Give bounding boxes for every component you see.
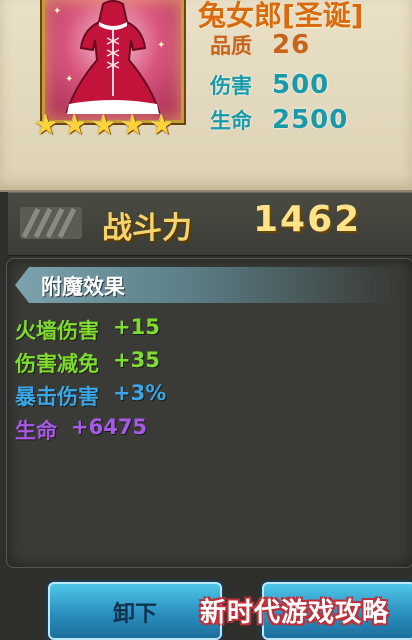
- effect-name: 暴击伤害: [15, 385, 99, 409]
- enchant-panel: 附魔效果 火墙伤害 +15 伤害减免 +35 暴击伤害 +3% 生命 +6475: [6, 258, 412, 568]
- item-portrait[interactable]: ✦ ✦ ✦: [42, 0, 184, 123]
- effect-value: +3%: [113, 381, 167, 405]
- stat-label: 品质: [210, 34, 252, 58]
- watermark: 新时代游戏攻略: [200, 598, 390, 628]
- star-icon: ★: [149, 110, 175, 141]
- effect-name: 伤害减免: [15, 352, 99, 376]
- effect-value: +6475: [71, 415, 148, 439]
- effect-name: 火墙伤害: [15, 319, 99, 343]
- enchant-effect: 暴击伤害 +3%: [15, 381, 166, 411]
- enchant-title: 附魔效果: [41, 275, 125, 299]
- stat-quality: 品质 26: [210, 30, 310, 60]
- stat-label: 生命: [210, 109, 252, 133]
- star-icon: ★: [91, 110, 117, 141]
- effect-value: +15: [113, 315, 160, 339]
- power-bar: 战斗力 1462: [8, 192, 412, 256]
- power-value: 1462: [253, 199, 362, 240]
- power-label: 战斗力: [102, 211, 192, 246]
- star-icon: ★: [120, 110, 146, 141]
- effect-name: 生命: [15, 419, 57, 443]
- effect-value: +35: [113, 348, 160, 372]
- star-rating: ★ ★ ★ ★ ★: [32, 112, 182, 140]
- item-name: 兔女郎[圣诞]: [198, 0, 364, 32]
- stat-damage: 伤害 500: [210, 70, 329, 100]
- stripe-icon: [20, 207, 82, 239]
- star-icon: ★: [62, 110, 88, 141]
- enchant-effect: 伤害减免 +35: [15, 348, 160, 378]
- stat-value: 500: [272, 70, 330, 100]
- item-info-panel: ✦ ✦ ✦ ★ ★ ★ ★ ★ 兔女郎[圣诞] 品质 26 伤害 500 生命 …: [0, 0, 412, 192]
- sparkle-icon: ✦: [53, 6, 62, 17]
- stat-value: 26: [272, 30, 311, 60]
- enchant-effect: 火墙伤害 +15: [15, 315, 160, 345]
- enchant-effect: 生命 +6475: [15, 415, 147, 445]
- unequip-button-label: 卸下: [112, 602, 157, 627]
- stat-value: 2500: [272, 105, 349, 135]
- star-icon: ★: [33, 110, 59, 141]
- unequip-button[interactable]: 卸下: [48, 582, 222, 640]
- stat-label: 伤害: [210, 74, 252, 98]
- stat-life: 生命 2500: [210, 105, 348, 135]
- christmas-dress-icon: [65, 0, 161, 114]
